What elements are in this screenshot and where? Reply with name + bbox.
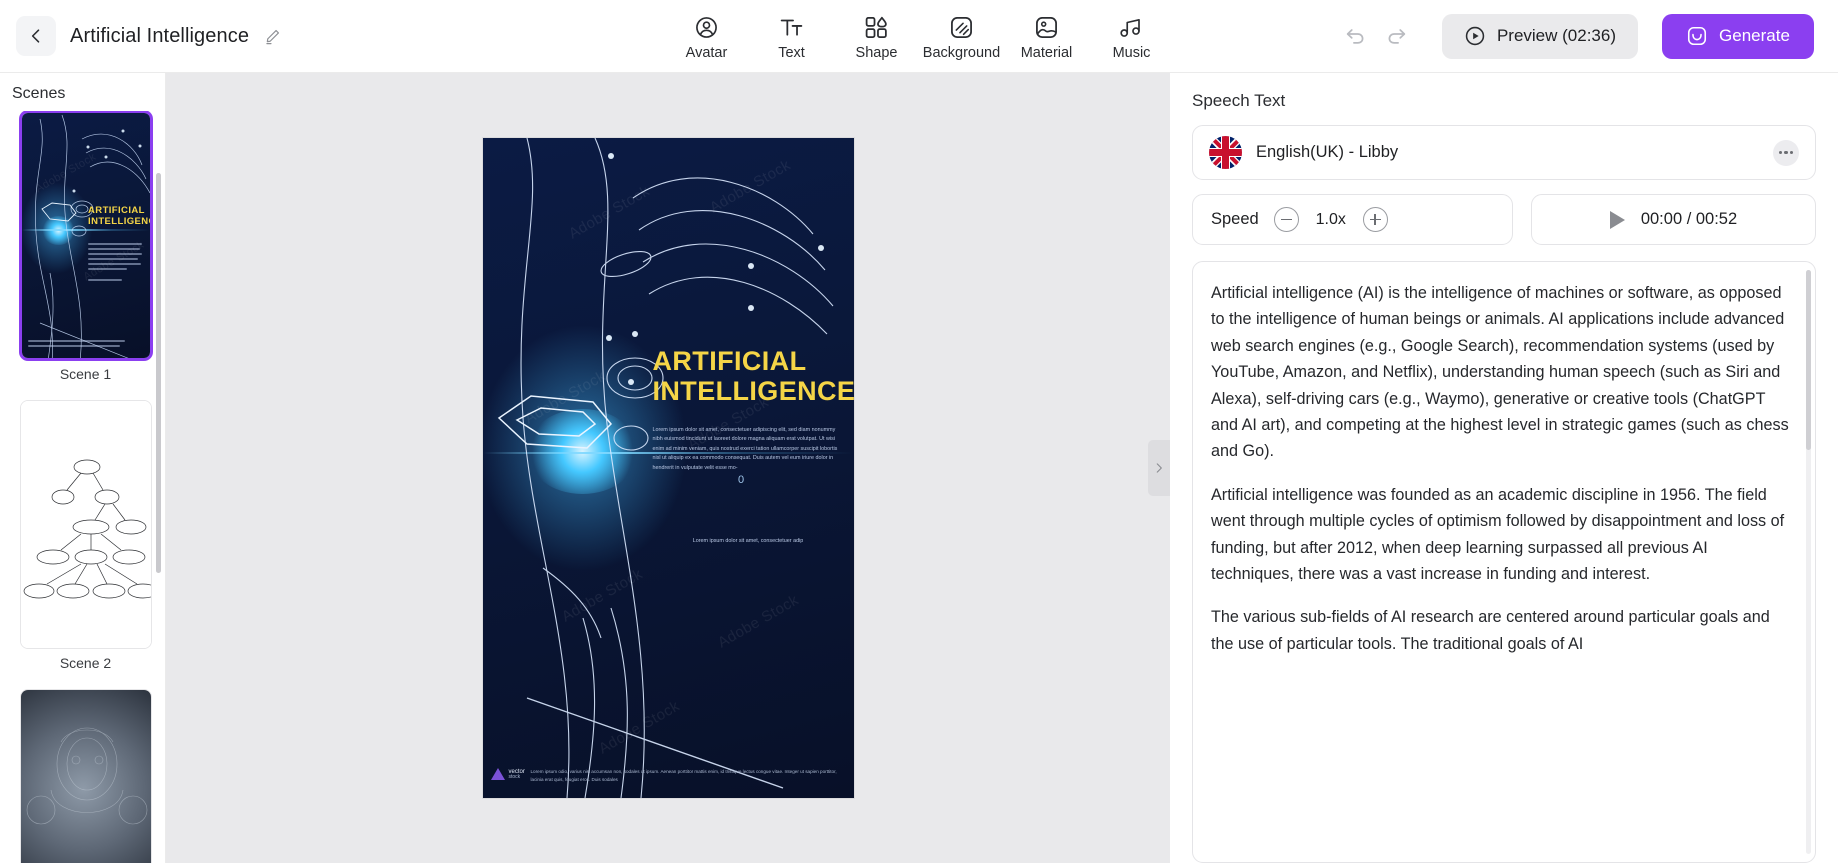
scene-thumbnail-1[interactable]: ARTIFICIAL INTELLIGENCE bbox=[19, 111, 152, 360]
redo-button[interactable] bbox=[1384, 23, 1410, 49]
brand-triangle-icon bbox=[490, 768, 505, 780]
brand-logo: vector stock bbox=[490, 768, 525, 780]
poster-title: ARTIFICIAL INTELLIGENCE bbox=[88, 205, 149, 227]
poster-footer bbox=[27, 340, 144, 350]
scene-label: Scene 2 bbox=[59, 655, 112, 671]
brand-sub: stock bbox=[508, 773, 521, 780]
preview-button[interactable]: Preview (02:36) bbox=[1441, 13, 1638, 59]
more-options-icon[interactable] bbox=[1773, 139, 1799, 166]
speech-panel-title: Speech Text bbox=[1192, 91, 1286, 110]
textarea-scrollbar-thumb[interactable] bbox=[1806, 270, 1811, 450]
poster-title-large: ARTIFICIAL INTELLIGENCE bbox=[653, 346, 854, 406]
music-icon bbox=[1119, 14, 1144, 41]
chevron-left-icon bbox=[31, 29, 40, 43]
scenes-heading: Scenes bbox=[12, 85, 66, 102]
uk-flag-icon bbox=[1209, 136, 1242, 169]
speech-text-input[interactable]: Artificial intelligence (AI) is the inte… bbox=[1192, 261, 1816, 863]
voice-selector[interactable]: English(UK) - Libby bbox=[1192, 125, 1816, 180]
poster-footer-text: Lorem ipsum odio, varius nisl accumsan n… bbox=[530, 769, 837, 783]
poster-art: ARTIFICIAL INTELLIGENCE bbox=[21, 113, 150, 358]
playback-controls: Speed 1.0x 00:00 / 00:52 bbox=[1192, 194, 1816, 245]
tool-material[interactable]: Material bbox=[1004, 12, 1089, 61]
sparkle-box-icon bbox=[1688, 26, 1707, 46]
history-controls bbox=[1342, 23, 1410, 49]
tool-text[interactable]: Text bbox=[749, 12, 834, 61]
poster-title-line1: ARTIFICIAL bbox=[652, 346, 807, 376]
text-icon bbox=[779, 14, 804, 41]
tool-label: Material bbox=[1020, 44, 1073, 61]
play-circle-icon bbox=[1465, 26, 1485, 46]
tool-label: Shape bbox=[855, 44, 898, 61]
redo-icon bbox=[1388, 29, 1406, 44]
speed-label: Speed bbox=[1211, 210, 1259, 228]
poster-title-line2: INTELLIGENCE bbox=[88, 215, 149, 227]
scene-canvas[interactable]: 0 ARTIFICIAL INTELLIGENCE Lorem ipsum do… bbox=[482, 138, 854, 798]
tool-avatar[interactable]: Avatar bbox=[664, 12, 749, 61]
chevron-right-icon bbox=[1156, 463, 1162, 473]
speed-control: Speed 1.0x bbox=[1192, 194, 1513, 245]
speech-paragraph: Artificial intelligence (AI) is the inte… bbox=[1211, 284, 1789, 461]
voice-name: English(UK) - Libby bbox=[1256, 143, 1399, 161]
audio-player: 00:00 / 00:52 bbox=[1531, 194, 1816, 245]
material-icon bbox=[1034, 14, 1059, 41]
poster-body-text: Lorem ipsum dolor sit amet, consectetuer… bbox=[652, 427, 838, 471]
poster-line-art bbox=[34, 114, 150, 358]
speed-value: 1.0x bbox=[1315, 210, 1346, 228]
generate-label: Generate bbox=[1719, 26, 1790, 45]
app-root: Artificial Intelligence Avatar Text Shap… bbox=[0, 0, 1838, 863]
tool-label: Background bbox=[922, 44, 1001, 61]
canvas-area: 0 ARTIFICIAL INTELLIGENCE Lorem ipsum do… bbox=[166, 73, 1170, 863]
poster-art-large: 0 ARTIFICIAL INTELLIGENCE Lorem ipsum do… bbox=[482, 138, 854, 798]
generate-button[interactable]: Generate bbox=[1662, 13, 1814, 59]
toolbar-left-group: Artificial Intelligence bbox=[0, 16, 282, 56]
scenes-sidebar: Scenes ARTIFICIAL INTELLIGEN Adobe Stock… bbox=[0, 73, 166, 863]
tool-shape[interactable]: Shape bbox=[834, 12, 919, 61]
scene-item[interactable]: Scene 3 bbox=[19, 689, 152, 863]
collapse-panel-button[interactable] bbox=[1148, 440, 1170, 496]
undo-icon bbox=[1346, 29, 1364, 44]
tree-diagram-svg bbox=[23, 459, 151, 599]
minus-circle-icon[interactable] bbox=[1273, 207, 1299, 232]
main-body: Scenes ARTIFICIAL INTELLIGEN Adobe Stock… bbox=[0, 73, 1838, 863]
plus-circle-icon[interactable] bbox=[1362, 207, 1388, 232]
back-button[interactable] bbox=[16, 16, 56, 56]
undo-button[interactable] bbox=[1342, 23, 1368, 49]
top-toolbar: Artificial Intelligence Avatar Text Shap… bbox=[0, 0, 1838, 73]
tool-label: Avatar bbox=[685, 44, 728, 61]
avatar-icon bbox=[694, 14, 719, 41]
svg-text:0: 0 bbox=[738, 474, 744, 486]
speech-paragraph: Artificial intelligence was founded as a… bbox=[1211, 485, 1785, 584]
robot-photo-art bbox=[20, 690, 151, 863]
tool-label: Music bbox=[1112, 44, 1151, 61]
playback-time: 00:00 / 00:52 bbox=[1640, 210, 1738, 228]
scenes-list[interactable]: ARTIFICIAL INTELLIGENCE bbox=[0, 111, 165, 863]
pencil-icon bbox=[266, 29, 280, 44]
speech-paragraph: The various sub-fields of AI research ar… bbox=[1211, 608, 1770, 653]
poster-caption: Lorem ipsum dolor sit amet, consectetuer… bbox=[692, 538, 804, 544]
tool-music[interactable]: Music bbox=[1089, 12, 1174, 61]
scenes-scrollbar-thumb[interactable] bbox=[156, 173, 161, 573]
background-icon bbox=[949, 14, 974, 41]
edit-title-button[interactable] bbox=[263, 27, 282, 46]
shape-icon bbox=[864, 14, 889, 41]
toolbar-right-group: Preview (02:36) Generate bbox=[1342, 13, 1838, 59]
page-title: Artificial Intelligence bbox=[70, 24, 250, 47]
scene-thumbnail-2[interactable] bbox=[19, 400, 152, 649]
tree-diagram-art bbox=[20, 401, 151, 648]
play-icon[interactable] bbox=[1609, 210, 1625, 229]
scene-label: Scene 1 bbox=[59, 366, 112, 382]
speech-text-panel: Speech Text English(UK) - Libby Speed 1.… bbox=[1170, 73, 1838, 863]
scene-thumbnail-3[interactable] bbox=[19, 689, 152, 863]
preview-label: Preview (02:36) bbox=[1496, 26, 1616, 45]
tools-group: Avatar Text Shape Background Material Mu… bbox=[664, 12, 1174, 61]
tool-background[interactable]: Background bbox=[919, 12, 1004, 61]
scene-item[interactable]: Scene 2 bbox=[19, 400, 152, 683]
tool-label: Text bbox=[778, 44, 805, 61]
scene-item[interactable]: ARTIFICIAL INTELLIGENCE bbox=[19, 111, 152, 394]
